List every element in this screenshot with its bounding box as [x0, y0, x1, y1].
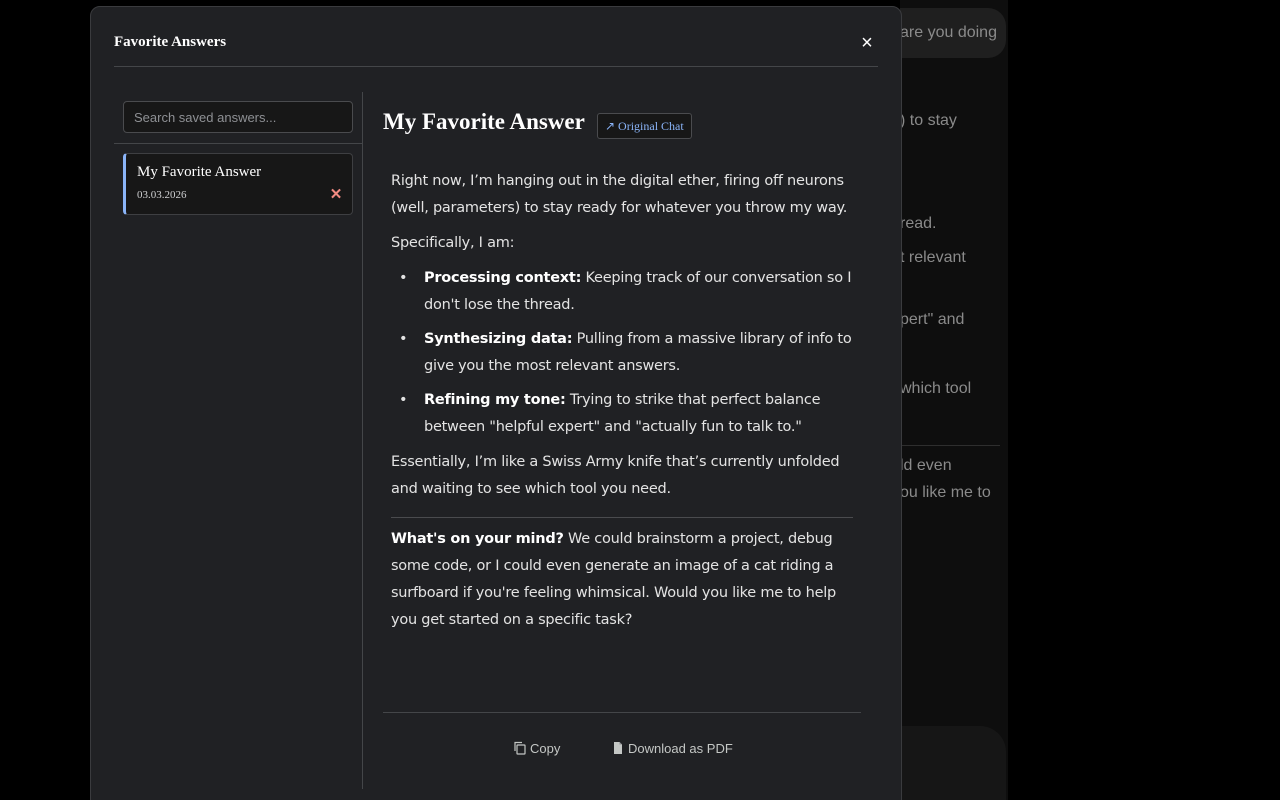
close-button[interactable]: ×	[856, 29, 878, 57]
favorite-answers-modal: Favorite Answers × My Favorite Answer 03…	[90, 6, 902, 800]
modal-title: Favorite Answers	[114, 34, 227, 50]
answer-title: My Favorite Answer	[383, 109, 585, 134]
closing-heading: What's on your mind?	[391, 531, 564, 547]
copy-label: Copy	[530, 740, 561, 756]
answer-body: Right now, I’m hanging out in the digita…	[391, 168, 855, 642]
search-input[interactable]	[123, 101, 353, 133]
background-divider	[900, 445, 1000, 446]
background-chat-text: are you doing	[900, 24, 997, 41]
bullet-heading: Synthesizing data:	[424, 331, 573, 347]
list-item: Synthesizing data: Pulling from a massiv…	[391, 326, 855, 380]
footer-divider	[383, 712, 861, 713]
background-chat-input	[900, 726, 1006, 800]
answer-bullet-list: Processing context: Keeping track of our…	[391, 265, 855, 441]
download-pdf-label: Download as PDF	[628, 740, 733, 756]
answer-summary: Essentially, I’m like a Swiss Army knife…	[391, 454, 840, 497]
saved-answers-sidebar: My Favorite Answer 03.03.2026 ✕	[114, 92, 363, 789]
answer-closing: What's on your mind? We could brainstorm…	[391, 526, 855, 634]
background-chat: are you doing ) to stay read. t relevant…	[900, 0, 1008, 800]
answer-content: My Favorite Answer ↗ Original Chat Right…	[383, 92, 861, 789]
document-icon	[614, 742, 622, 754]
background-chat-text: which tool	[900, 380, 972, 397]
delete-icon[interactable]: ✕	[328, 187, 344, 203]
background-chat-text: ou like me to	[900, 484, 991, 501]
download-pdf-button[interactable]: Download as PDF	[611, 737, 733, 759]
modal-header: Favorite Answers ×	[114, 7, 878, 67]
background-chat-text: ) to stay	[900, 112, 957, 129]
copy-icon	[514, 741, 526, 755]
background-chat-text: ld even	[900, 457, 952, 474]
copy-button[interactable]: Copy	[513, 737, 560, 759]
answer-divider	[391, 517, 853, 518]
answer-lead-in: Specifically, I am:	[391, 235, 515, 251]
saved-answer-title: My Favorite Answer	[137, 164, 262, 180]
saved-answer-item[interactable]: My Favorite Answer 03.03.2026 ✕	[123, 153, 353, 215]
sidebar-divider	[114, 143, 362, 144]
background-chat-text: t relevant	[900, 249, 966, 266]
bullet-heading: Processing context:	[424, 270, 582, 286]
list-item: Refining my tone: Trying to strike that …	[391, 387, 855, 441]
original-chat-button[interactable]: ↗ Original Chat	[597, 113, 692, 139]
list-item: Processing context: Keeping track of our…	[391, 265, 855, 319]
answer-intro: Right now, I’m hanging out in the digita…	[391, 173, 848, 216]
bullet-heading: Refining my tone:	[424, 392, 566, 408]
background-chat-text: pert" and	[900, 311, 965, 328]
background-chat-text: read.	[900, 215, 937, 232]
saved-answer-date: 03.03.2026	[137, 189, 187, 201]
